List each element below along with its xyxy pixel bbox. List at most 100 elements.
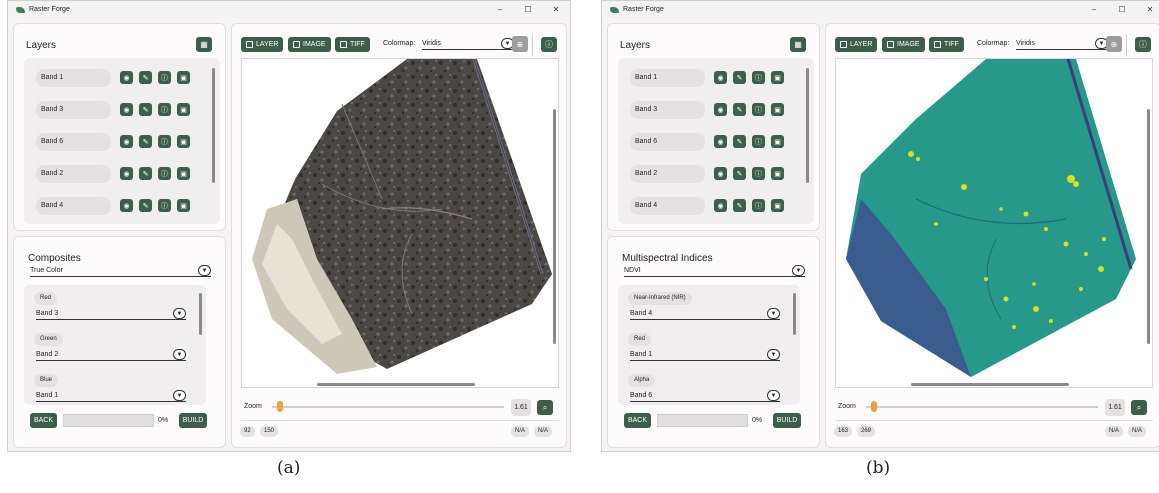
eye-icon[interactable]: ◉ (120, 71, 133, 84)
eye-icon[interactable]: ◉ (714, 199, 727, 212)
channel-select[interactable]: Band 6 ▼ (630, 390, 780, 402)
eye-icon[interactable]: ◉ (714, 103, 727, 116)
layer-name[interactable]: Band 4 (36, 197, 111, 215)
zoom-search-icon[interactable]: ⌕ (537, 400, 553, 415)
info-icon[interactable]: ⓘ (1135, 37, 1151, 52)
trash-icon[interactable]: ▣ (771, 135, 784, 148)
close-button[interactable]: ✕ (1136, 1, 1159, 18)
edit-icon[interactable]: ✎ (139, 167, 152, 180)
add-layer-button[interactable]: LAYER (241, 37, 284, 52)
channel-select[interactable]: Band 4 ▼ (630, 308, 780, 320)
layer-name[interactable]: Band 2 (630, 165, 705, 183)
colormap-select[interactable]: Viridis ▼ (1016, 38, 1108, 50)
eye-icon[interactable]: ◉ (714, 71, 727, 84)
export-image-button[interactable]: IMAGE (882, 37, 925, 52)
eye-icon[interactable]: ◉ (120, 135, 133, 148)
canvas-horizontal-scrollbar[interactable] (317, 383, 475, 386)
fit-view-icon[interactable]: ⊕ (512, 36, 528, 52)
back-button[interactable]: BACK (624, 413, 651, 428)
chevron-down-icon[interactable]: ▼ (792, 265, 805, 276)
info-icon[interactable]: ⓘ (158, 167, 171, 180)
back-button[interactable]: BACK (30, 413, 57, 428)
build-button[interactable]: BUILD (179, 413, 207, 428)
layer-name[interactable]: Band 1 (36, 69, 111, 87)
eye-icon[interactable]: ◉ (120, 103, 133, 116)
chevron-down-icon[interactable]: ▼ (173, 349, 186, 360)
trash-icon[interactable]: ▣ (177, 135, 190, 148)
info-icon[interactable]: ⓘ (158, 71, 171, 84)
layer-name[interactable]: Band 1 (630, 69, 705, 87)
edit-icon[interactable]: ✎ (139, 103, 152, 116)
layer-name[interactable]: Band 6 (630, 133, 705, 151)
map-icon[interactable]: ▦ (790, 37, 806, 52)
build-button[interactable]: BUILD (773, 413, 801, 428)
add-layer-button[interactable]: LAYER (835, 37, 878, 52)
channel-list-scrollbar[interactable] (793, 293, 796, 335)
trash-icon[interactable]: ▣ (177, 71, 190, 84)
close-button[interactable]: ✕ (542, 1, 570, 18)
edit-icon[interactable]: ✎ (733, 199, 746, 212)
trash-icon[interactable]: ▣ (771, 71, 784, 84)
zoom-search-icon[interactable]: ⌕ (1131, 400, 1147, 415)
edit-icon[interactable]: ✎ (139, 199, 152, 212)
index-select[interactable]: NDVI ▼ (624, 265, 805, 277)
info-icon[interactable]: ⓘ (752, 135, 765, 148)
chevron-down-icon[interactable]: ▼ (173, 308, 186, 319)
zoom-slider-track[interactable] (272, 406, 504, 408)
channel-select[interactable]: Band 1 ▼ (630, 349, 780, 361)
canvas-vertical-scrollbar[interactable] (1147, 109, 1150, 344)
trash-icon[interactable]: ▣ (771, 103, 784, 116)
minimize-button[interactable]: – (1080, 1, 1108, 18)
colormap-select[interactable]: Viridis ▼ (422, 38, 514, 50)
eye-icon[interactable]: ◉ (120, 167, 133, 180)
info-icon[interactable]: ⓘ (752, 103, 765, 116)
info-icon[interactable]: ⓘ (158, 199, 171, 212)
channel-list-scrollbar[interactable] (199, 293, 202, 335)
eye-icon[interactable]: ◉ (714, 135, 727, 148)
chevron-down-icon[interactable]: ▼ (767, 349, 780, 360)
layer-list-scrollbar[interactable] (212, 68, 215, 183)
raster-canvas[interactable] (241, 58, 559, 388)
trash-icon[interactable]: ▣ (771, 167, 784, 180)
edit-icon[interactable]: ✎ (139, 135, 152, 148)
edit-icon[interactable]: ✎ (733, 71, 746, 84)
layer-name[interactable]: Band 3 (36, 101, 111, 119)
maximize-button[interactable]: ☐ (1108, 1, 1136, 18)
info-icon[interactable]: ⓘ (541, 37, 557, 52)
chevron-down-icon[interactable]: ▼ (198, 265, 211, 276)
composite-mode-select[interactable]: True Color ▼ (30, 265, 211, 277)
edit-icon[interactable]: ✎ (733, 135, 746, 148)
trash-icon[interactable]: ▣ (771, 199, 784, 212)
raster-canvas[interactable] (835, 58, 1153, 388)
eye-icon[interactable]: ◉ (120, 199, 133, 212)
eye-icon[interactable]: ◉ (714, 167, 727, 180)
channel-select[interactable]: Band 1 ▼ (36, 390, 186, 402)
minimize-button[interactable]: – (486, 1, 514, 18)
chevron-down-icon[interactable]: ▼ (767, 308, 780, 319)
maximize-button[interactable]: ☐ (514, 1, 542, 18)
map-icon[interactable]: ▦ (196, 37, 212, 52)
layer-list-scrollbar[interactable] (806, 68, 809, 183)
canvas-vertical-scrollbar[interactable] (553, 109, 556, 344)
zoom-slider-track[interactable] (866, 406, 1098, 408)
chevron-down-icon[interactable]: ▼ (173, 390, 186, 401)
layer-name[interactable]: Band 3 (630, 101, 705, 119)
fit-view-icon[interactable]: ⊕ (1106, 36, 1122, 52)
channel-select[interactable]: Band 3 ▼ (36, 308, 186, 320)
export-tiff-button[interactable]: TIFF (335, 37, 370, 52)
info-icon[interactable]: ⓘ (752, 167, 765, 180)
channel-select[interactable]: Band 2 ▼ (36, 349, 186, 361)
edit-icon[interactable]: ✎ (733, 167, 746, 180)
layer-name[interactable]: Band 2 (36, 165, 111, 183)
info-icon[interactable]: ⓘ (752, 199, 765, 212)
info-icon[interactable]: ⓘ (158, 103, 171, 116)
info-icon[interactable]: ⓘ (752, 71, 765, 84)
layer-name[interactable]: Band 4 (630, 197, 705, 215)
trash-icon[interactable]: ▣ (177, 103, 190, 116)
canvas-horizontal-scrollbar[interactable] (911, 383, 1069, 386)
layer-name[interactable]: Band 6 (36, 133, 111, 151)
info-icon[interactable]: ⓘ (158, 135, 171, 148)
edit-icon[interactable]: ✎ (733, 103, 746, 116)
trash-icon[interactable]: ▣ (177, 167, 190, 180)
trash-icon[interactable]: ▣ (177, 199, 190, 212)
